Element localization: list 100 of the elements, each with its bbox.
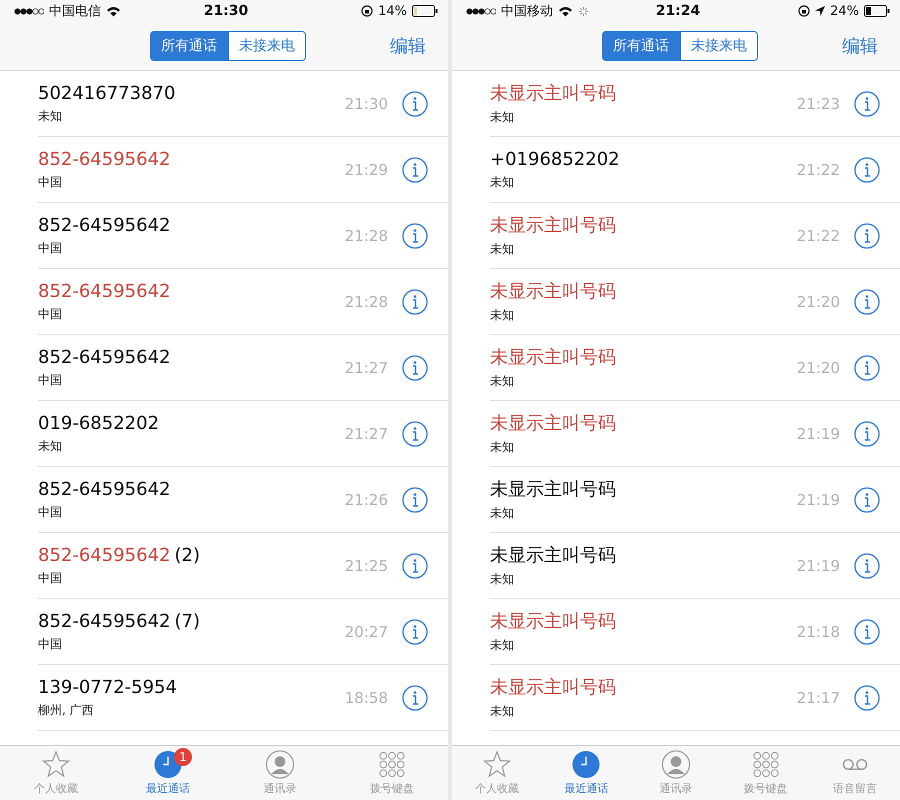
battery-percent: 24% xyxy=(830,4,859,18)
caller-location: 中国 xyxy=(38,372,63,388)
signal-icon xyxy=(466,8,496,14)
call-time: 21:28 xyxy=(344,226,388,244)
edit-button[interactable]: 编辑 xyxy=(390,34,426,58)
badge: 1 xyxy=(174,748,192,766)
call-count: (2) xyxy=(174,544,200,566)
call-time: 21:30 xyxy=(344,94,388,112)
call-time: 21:26 xyxy=(344,490,388,508)
info-button[interactable] xyxy=(402,90,428,116)
info-button[interactable] xyxy=(402,354,428,380)
caller-name: 未显示主叫号码 xyxy=(490,346,616,369)
spinner-icon xyxy=(578,6,589,16)
info-button[interactable] xyxy=(854,420,880,446)
person-icon xyxy=(660,750,691,779)
info-button[interactable] xyxy=(854,90,880,116)
info-button[interactable] xyxy=(402,486,428,512)
caller-name: 未显示主叫号码 xyxy=(490,412,616,435)
info-button[interactable] xyxy=(402,288,428,314)
info-button[interactable] xyxy=(854,288,880,314)
call-time: 21:22 xyxy=(796,226,840,244)
caller-name: 未显示主叫号码 xyxy=(490,610,616,633)
info-button[interactable] xyxy=(854,156,880,182)
segment-tab[interactable]: 所有通话 xyxy=(150,31,228,61)
caller-location: 中国 xyxy=(38,636,63,652)
caller-location: 未知 xyxy=(38,438,63,454)
tab-bar-item[interactable]: 个人收藏 xyxy=(452,746,542,800)
call-time: 21:19 xyxy=(796,490,840,508)
clock-time: 21:30 xyxy=(204,3,248,19)
info-button[interactable] xyxy=(854,618,880,644)
caller-location: 未知 xyxy=(490,109,515,126)
info-button[interactable] xyxy=(402,684,428,710)
caller-name: 未显示主叫号码 xyxy=(490,82,616,105)
tab-bar-item[interactable]: 个人收藏 xyxy=(0,746,112,800)
tab-bar-item[interactable]: 最近通话 xyxy=(542,746,632,800)
call-time: 21:19 xyxy=(796,424,840,442)
tab-bar-item[interactable]: 语音留言 xyxy=(810,746,900,800)
caller-name: 未显示主叫号码 xyxy=(490,676,616,699)
carrier-name: 中国移动 xyxy=(501,3,553,20)
carrier-name: 中国电信 xyxy=(49,3,101,20)
info-button[interactable] xyxy=(402,222,428,248)
tab-bar-item[interactable]: 通讯录 xyxy=(631,746,721,800)
caller-name: 852-64595642 xyxy=(38,478,170,500)
call-time: 21:18 xyxy=(796,622,840,640)
call-time: 21:28 xyxy=(344,292,388,310)
caller-location: 中国 xyxy=(38,570,63,586)
info-button[interactable] xyxy=(854,486,880,512)
call-time: 21:25 xyxy=(344,556,388,574)
caller-name: 852-64595642 xyxy=(38,610,170,632)
tab-bar-item[interactable]: 拨号键盘 xyxy=(720,746,810,800)
caller-location: 中国 xyxy=(38,306,63,322)
wifi-icon xyxy=(558,6,573,16)
clock-time: 21:24 xyxy=(656,3,700,19)
tab-bar-item[interactable]: 最近通话 1 xyxy=(112,746,224,800)
caller-location: 未知 xyxy=(490,373,515,390)
wifi-icon xyxy=(106,6,121,16)
caller-location: 中国 xyxy=(38,174,63,190)
signal-icon xyxy=(14,8,44,14)
star-icon xyxy=(482,750,512,779)
info-button[interactable] xyxy=(854,222,880,248)
caller-location: 未知 xyxy=(490,241,515,258)
call-time: 18:58 xyxy=(344,688,388,706)
tab-bar-item[interactable]: 通讯录 xyxy=(224,746,336,800)
rotation-lock-icon xyxy=(361,5,374,17)
keypad-icon xyxy=(377,750,407,779)
edit-button[interactable]: 编辑 xyxy=(842,34,878,58)
caller-location: 未知 xyxy=(490,703,515,720)
caller-name: 未显示主叫号码 xyxy=(490,544,616,567)
info-button[interactable] xyxy=(402,618,428,644)
caller-name: 019-6852202 xyxy=(38,412,160,434)
call-time: 21:20 xyxy=(796,292,840,310)
info-button[interactable] xyxy=(854,684,880,710)
caller-location: 未知 xyxy=(490,307,515,324)
clock-icon xyxy=(571,750,602,779)
segment-tab[interactable]: 未接来电 xyxy=(680,31,758,61)
call-time: 21:22 xyxy=(796,160,840,178)
call-time: 21:19 xyxy=(796,556,840,574)
star-icon xyxy=(41,750,71,779)
caller-location: 中国 xyxy=(38,504,63,520)
call-time: 21:29 xyxy=(344,160,388,178)
segment-tab[interactable]: 未接来电 xyxy=(228,31,306,61)
info-button[interactable] xyxy=(402,552,428,578)
battery-icon xyxy=(412,5,438,17)
info-button[interactable] xyxy=(854,552,880,578)
info-button[interactable] xyxy=(402,420,428,446)
call-time: 21:27 xyxy=(344,424,388,442)
call-time: 21:20 xyxy=(796,358,840,376)
rotation-lock-icon xyxy=(798,5,810,17)
segment-tab[interactable]: 所有通话 xyxy=(602,31,680,61)
info-button[interactable] xyxy=(402,156,428,182)
call-time: 21:23 xyxy=(796,94,840,112)
caller-location: 未知 xyxy=(490,439,515,456)
keypad-icon xyxy=(750,750,781,779)
battery-icon xyxy=(864,5,890,17)
caller-name: 852-64595642 xyxy=(38,280,170,302)
caller-location: 未知 xyxy=(490,637,515,654)
caller-location: 柳州, 广西 xyxy=(38,702,95,718)
tab-bar-item[interactable]: 拨号键盘 xyxy=(336,746,448,800)
info-button[interactable] xyxy=(854,354,880,380)
caller-name: 139-0772-5954 xyxy=(38,676,177,698)
